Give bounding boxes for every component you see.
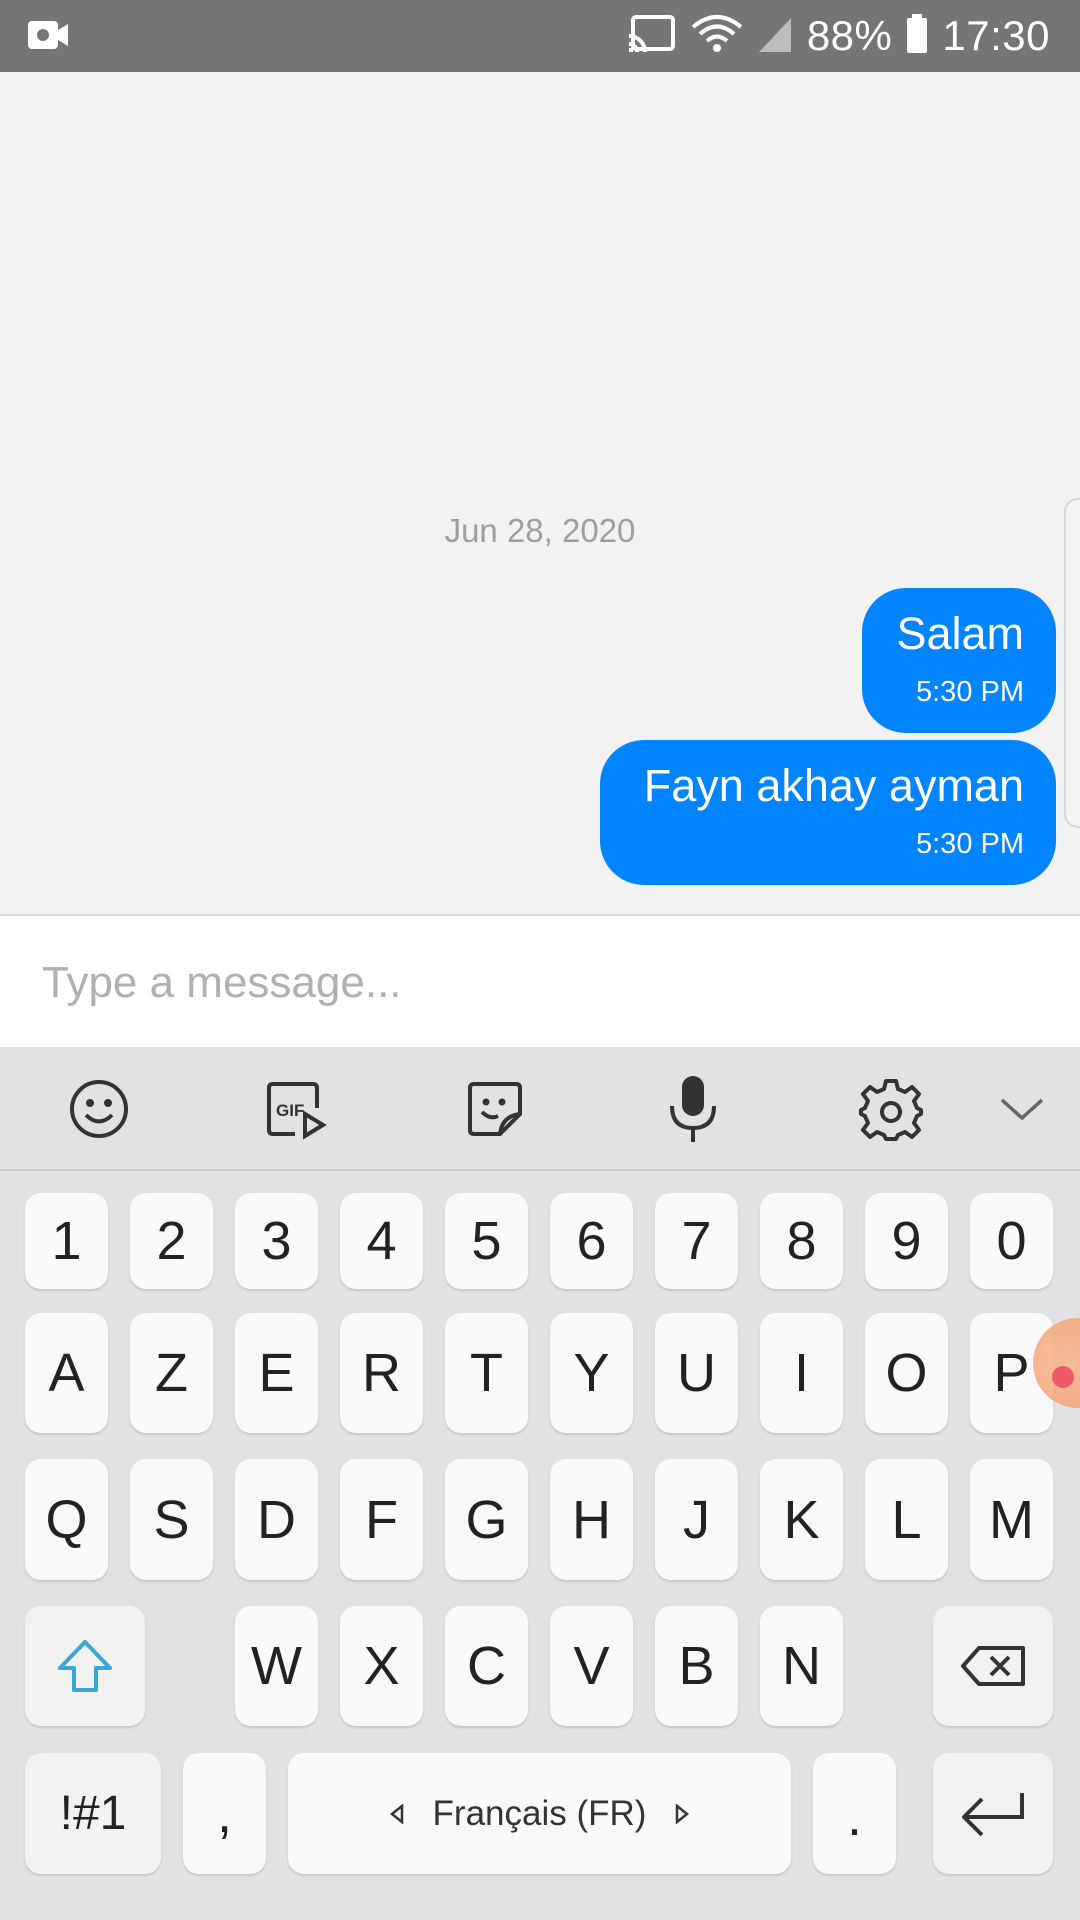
battery-icon (906, 13, 928, 59)
period-key[interactable]: . (813, 1753, 896, 1874)
video-recording-icon (26, 18, 70, 57)
key-letter-v[interactable]: V (550, 1606, 633, 1726)
key-letter-e[interactable]: E (235, 1313, 318, 1433)
sticker-icon[interactable] (459, 1073, 531, 1145)
key-letter-j[interactable]: J (655, 1459, 738, 1580)
key-letter-u[interactable]: U (655, 1313, 738, 1433)
key-letter-q[interactable]: Q (25, 1459, 108, 1580)
message-time: 5:30 PM (916, 828, 1024, 860)
key-number-4[interactable]: 4 (340, 1193, 423, 1289)
battery-percent: 88% (806, 12, 893, 59)
space-key[interactable]: Français (FR) (288, 1753, 791, 1874)
key-letter-h[interactable]: H (550, 1459, 633, 1580)
message-time: 5:30 PM (916, 676, 1024, 708)
key-number-3[interactable]: 3 (235, 1193, 318, 1289)
key-letter-c[interactable]: C (445, 1606, 528, 1726)
backspace-icon (961, 1646, 1025, 1686)
message-text: Fayn akhay ayman (643, 760, 1024, 811)
settings-icon[interactable] (855, 1073, 927, 1145)
status-bar: 88% 17:30 (0, 0, 1080, 72)
key-number-2[interactable]: 2 (130, 1193, 213, 1289)
sent-message-bubble[interactable]: Fayn akhay ayman 5:30 PM (600, 740, 1056, 885)
key-letter-w[interactable]: W (235, 1606, 318, 1726)
key-letter-x[interactable]: X (340, 1606, 423, 1726)
key-number-9[interactable]: 9 (865, 1193, 948, 1289)
arrow-right-icon (676, 1803, 690, 1824)
key-number-6[interactable]: 6 (550, 1193, 633, 1289)
key-letter-b[interactable]: B (655, 1606, 738, 1726)
keyboard: G I F 1 2 3 4 5 6 7 8 9 0 A Z E R T Y U I … (0, 1047, 1080, 1920)
comma-key[interactable]: , (183, 1753, 266, 1874)
date-separator: Jun 28, 2020 (444, 512, 636, 549)
message-text: Salam (896, 608, 1024, 659)
collapse-keyboard-icon[interactable] (986, 1073, 1058, 1145)
message-input[interactable] (0, 916, 1080, 1049)
key-letter-l[interactable]: L (865, 1459, 948, 1580)
key-letter-i[interactable]: I (760, 1313, 843, 1433)
gif-icon[interactable]: GIF (260, 1073, 332, 1145)
key-letter-k[interactable]: K (760, 1459, 843, 1580)
sent-message-bubble[interactable]: Salam 5:30 PM (862, 588, 1056, 733)
key-number-0[interactable]: 0 (970, 1193, 1053, 1289)
key-letter-o[interactable]: O (865, 1313, 948, 1433)
symbols-key[interactable]: !#1 (25, 1753, 161, 1874)
key-letter-y[interactable]: Y (550, 1313, 633, 1433)
backspace-key[interactable] (933, 1606, 1053, 1726)
key-letter-n[interactable]: N (760, 1606, 843, 1726)
key-number-5[interactable]: 5 (445, 1193, 528, 1289)
shift-key[interactable] (25, 1606, 145, 1726)
key-letter-d[interactable]: D (235, 1459, 318, 1580)
key-letter-z[interactable]: Z (130, 1313, 213, 1433)
signal-icon (757, 14, 793, 59)
microphone-icon[interactable] (657, 1073, 729, 1145)
space-language-label: Français (FR) (432, 1793, 647, 1833)
key-number-1[interactable]: 1 (25, 1193, 108, 1289)
key-letter-g[interactable]: G (445, 1459, 528, 1580)
enter-icon (962, 1792, 1024, 1836)
key-letter-t[interactable]: T (445, 1313, 528, 1433)
key-letter-m[interactable]: M (970, 1459, 1053, 1580)
key-number-8[interactable]: 8 (760, 1193, 843, 1289)
cast-icon (627, 14, 677, 59)
emoji-icon[interactable] (63, 1073, 135, 1145)
keyboard-toolbar: GIF (0, 1047, 1080, 1171)
arrow-left-icon (389, 1803, 403, 1824)
wifi-icon (691, 13, 743, 60)
key-letter-a[interactable]: A (25, 1313, 108, 1433)
enter-key[interactable] (933, 1753, 1053, 1874)
key-letter-f[interactable]: F (340, 1459, 423, 1580)
key-letter-s[interactable]: S (130, 1459, 213, 1580)
key-number-7[interactable]: 7 (655, 1193, 738, 1289)
message-composer (0, 914, 1080, 1049)
shift-arrow-icon (58, 1640, 112, 1692)
svg-text:GIF: GIF (276, 1101, 304, 1120)
key-letter-r[interactable]: R (340, 1313, 423, 1433)
notification-dot (1052, 1366, 1074, 1388)
conversation-area[interactable]: Jun 28, 2020 Salam 5:30 PM Fayn akhay ay… (0, 72, 1080, 914)
clock: 17:30 (942, 12, 1050, 59)
edge-panel-handle[interactable] (1064, 498, 1080, 828)
